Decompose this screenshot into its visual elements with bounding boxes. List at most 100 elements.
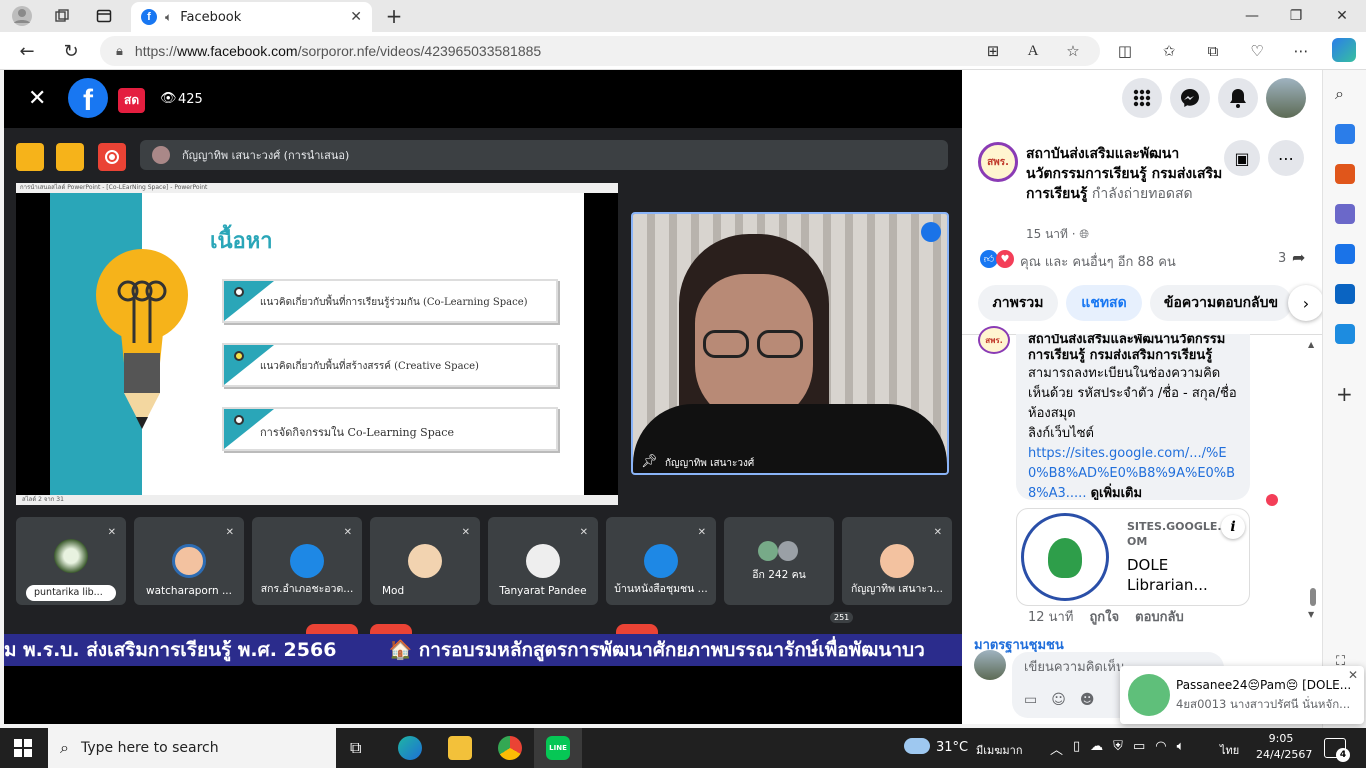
tray-chevron-icon[interactable]: ︿ <box>1050 739 1063 758</box>
chrome-app-icon[interactable] <box>498 736 522 760</box>
chat-notification-popup[interactable]: Passanee24😔Pam😔 [DOLE... 4ยส0013 นางสาวป… <box>1120 666 1364 724</box>
video-player[interactable]: ✕ f สด 👁︎ 425 กัญญาทิพ เสนาะวงศ์ (การนำเ… <box>4 70 962 724</box>
tray-volume-icon[interactable]: 🔈︎ <box>1177 739 1185 758</box>
weather-desc[interactable]: มีเมฆมาก <box>976 741 1023 759</box>
profile-icon[interactable] <box>8 4 36 28</box>
app-available-icon[interactable]: ⊞ <box>982 40 1004 62</box>
close-video-icon[interactable]: ✕ <box>28 86 46 111</box>
performance-icon[interactable]: ♡ <box>1246 40 1268 62</box>
close-tab-icon[interactable]: ✕ <box>350 9 362 25</box>
send-sidebar-icon[interactable] <box>1335 324 1355 344</box>
tab-overview[interactable]: ภาพรวม <box>978 285 1058 321</box>
tray-cloud-icon[interactable]: ☁︎ <box>1090 739 1103 758</box>
more-menu-icon[interactable]: ⋯ <box>1290 40 1312 62</box>
avatar-sticker-icon[interactable]: ☻ <box>1080 692 1095 708</box>
restore-icon[interactable]: ❐ <box>1282 4 1310 28</box>
favorites-icon[interactable]: ✩ <box>1158 40 1180 62</box>
weather-temp[interactable]: 31°C <box>936 740 968 755</box>
reactions-summary[interactable]: คุณ และ คนอื่นๆ อีก 88 คน <box>1020 251 1176 272</box>
add-sidebar-icon[interactable]: + <box>1336 382 1353 406</box>
people-sidebar-icon[interactable] <box>1335 204 1355 224</box>
line-app-icon[interactable]: LINE <box>546 736 570 760</box>
collections-icon[interactable]: ⧉ <box>1202 40 1224 62</box>
scroll-down-icon[interactable]: ▼ <box>1308 610 1314 619</box>
account-avatar[interactable] <box>1266 78 1306 118</box>
sticker-icon[interactable]: ▭ <box>1024 692 1037 708</box>
messenger-icon[interactable] <box>1170 78 1210 118</box>
read-aloud-icon[interactable]: A <box>1022 40 1044 62</box>
tag-sidebar-icon[interactable] <box>1335 124 1355 144</box>
line-app-active[interactable]: LINE <box>534 728 582 768</box>
link-preview-card[interactable]: SITES.GOOGLE.COM DOLE Librarian... i <box>1016 508 1250 606</box>
comments-scrollbar[interactable]: ▲ ▼ <box>1308 340 1318 630</box>
tools-sidebar-icon[interactable] <box>1335 164 1355 184</box>
participant-avatar <box>644 544 678 578</box>
file-explorer-icon[interactable] <box>448 736 472 760</box>
office-sidebar-icon[interactable] <box>1335 244 1355 264</box>
scroll-thumb[interactable] <box>1310 588 1316 606</box>
favorite-star-icon[interactable]: ☆ <box>1062 40 1084 62</box>
weather-cloud-icon[interactable] <box>904 738 930 754</box>
tray-wifi-icon[interactable]: ◠ <box>1155 739 1166 758</box>
participant-avatar <box>758 541 778 561</box>
tab-replies[interactable]: ข้อความตอบกลับข <box>1150 285 1292 321</box>
taskbar-search-placeholder[interactable]: Type here to search <box>81 740 219 756</box>
clock[interactable]: 9:05 24/4/2567 <box>1256 731 1312 763</box>
windows-start-icon[interactable] <box>14 739 32 761</box>
globe-icon: 🌐︎ <box>1079 227 1090 241</box>
back-icon[interactable]: ← <box>16 40 38 62</box>
notifications-bell-icon[interactable] <box>1218 78 1258 118</box>
see-more-link[interactable]: ดูเพิ่มเติม <box>1091 486 1142 500</box>
close-window-icon[interactable]: ✕ <box>1328 4 1356 28</box>
facebook-logo-icon[interactable]: f <box>68 78 108 118</box>
workspaces-icon[interactable] <box>48 4 76 28</box>
participant-tile: ✕ กัญญาทิพ เสนาะว... <box>842 517 952 605</box>
tray-battery-icon[interactable]: ▭ <box>1133 739 1145 758</box>
info-icon[interactable]: i <box>1221 515 1245 539</box>
comment-time[interactable]: 12 นาที <box>1028 606 1073 627</box>
scroll-up-icon[interactable]: ▲ <box>1308 340 1314 349</box>
reaction-heart-icon[interactable] <box>1266 494 1278 506</box>
close-notification-icon[interactable]: ✕ <box>1348 668 1358 682</box>
menu-grid-icon[interactable] <box>1122 78 1162 118</box>
new-tab-icon[interactable]: + <box>380 4 408 28</box>
search-sidebar-icon[interactable]: ⌕ <box>1335 84 1344 104</box>
taskbar-search[interactable]: ⌕ Type here to search <box>48 728 336 768</box>
share-count[interactable]: 3 <box>1278 251 1286 266</box>
minimize-icon[interactable]: — <box>1238 4 1266 28</box>
time-ago[interactable]: 15 นาที <box>1026 227 1068 241</box>
participant-avatar <box>172 544 206 578</box>
reply-comment-button[interactable]: ตอบกลับ <box>1135 606 1184 627</box>
shared-slide: การนำเสนอสไลด์ PowerPoint - [Co-LEarNing… <box>16 183 618 505</box>
my-avatar[interactable] <box>974 650 1006 680</box>
save-post-icon[interactable]: ▣ <box>1224 140 1260 176</box>
slide-item-text: การจัดกิจกรรมใน Co-Learning Space <box>260 426 454 439</box>
refresh-icon[interactable]: ↻ <box>60 40 82 62</box>
like-comment-button[interactable]: ถูกใจ <box>1089 606 1119 627</box>
tab-live-chat[interactable]: แชทสด <box>1066 285 1142 321</box>
tabs-next-icon[interactable]: › <box>1288 285 1324 321</box>
tray-security-icon[interactable]: ⛨ <box>1113 739 1123 758</box>
page-avatar[interactable]: สพร. <box>978 142 1018 182</box>
outlook-sidebar-icon[interactable] <box>1335 284 1355 304</box>
lock-icon[interactable]: 🔒︎ <box>116 43 123 59</box>
comment-bubble: สถาบันส่งเสริมและพัฒนานวัตกรรมการเรียนรู… <box>1016 334 1250 500</box>
input-language[interactable]: ไทย <box>1220 741 1239 759</box>
url-field[interactable]: 🔒︎ https://www.facebook.com/sorporor.nfe… <box>100 36 1100 66</box>
tab-actions-icon[interactable] <box>90 4 118 28</box>
emoji-icon[interactable]: ☺ <box>1051 692 1066 708</box>
task-view-icon[interactable]: ⧉ <box>350 738 361 758</box>
more-options-icon[interactable]: ⋯ <box>1268 140 1304 176</box>
comment-avatar[interactable]: สพร. <box>978 326 1010 354</box>
split-screen-icon[interactable]: ◫ <box>1114 40 1136 62</box>
edge-app-icon[interactable] <box>398 736 422 760</box>
url-prefix: https:// <box>134 43 177 59</box>
comment-author[interactable]: สถาบันส่งเสริมและพัฒนานวัตกรรมการเรียนรู… <box>1028 334 1238 364</box>
copilot-icon[interactable] <box>1332 38 1356 62</box>
tab-facebook[interactable]: f 🔈︎ Facebook ✕ <box>131 2 372 32</box>
speaker-icon[interactable]: 🔈︎ <box>165 10 172 25</box>
post-header: สถาบันส่งเสริมและพัฒนานวัตกรรมการเรียนรู… <box>1026 144 1226 204</box>
slide-letterbox-left <box>16 193 50 495</box>
record-icon <box>98 143 126 171</box>
tray-phone-icon[interactable]: ▯ <box>1073 739 1080 758</box>
